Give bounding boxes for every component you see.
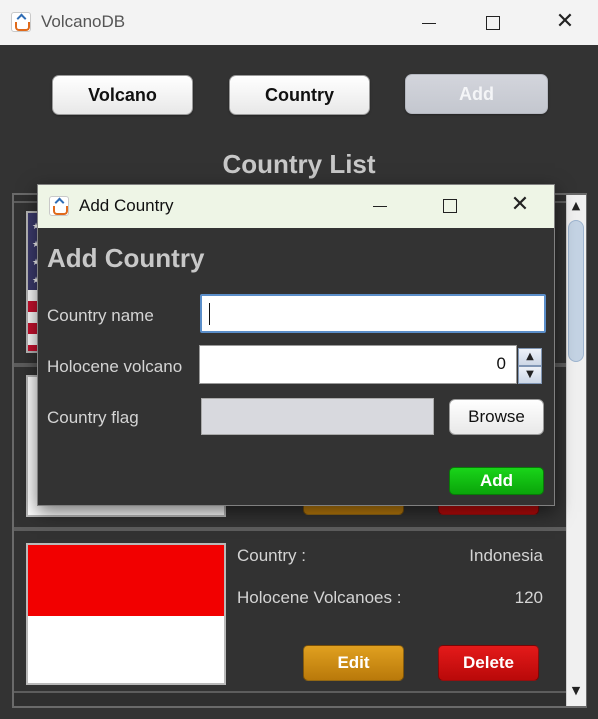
spinner-up-arrow-icon[interactable]: ▲	[518, 348, 542, 366]
country-flag-path-field	[201, 398, 434, 435]
country-nav-button[interactable]: Country	[229, 75, 370, 115]
text-caret	[209, 303, 210, 325]
dialog-close-button[interactable]: ✕	[500, 191, 540, 221]
window-title-bar: VolcanoDB ✕	[0, 0, 598, 45]
dialog-maximize-button[interactable]	[430, 191, 470, 221]
country-flag-label: Country flag	[47, 408, 139, 427]
java-coffee-icon	[11, 12, 31, 32]
maximize-icon	[443, 199, 457, 213]
country-label: Country :	[237, 546, 306, 565]
scroll-up-arrow-icon[interactable]: ▲	[568, 198, 584, 214]
dialog-title: Add Country	[79, 196, 174, 215]
close-icon: ✕	[510, 192, 530, 217]
scroll-down-arrow-icon[interactable]: ▼	[568, 683, 584, 699]
vertical-scrollbar[interactable]: ▲ ▼	[566, 195, 586, 706]
scroll-thumb[interactable]	[568, 220, 584, 362]
dialog-heading: Add Country	[47, 243, 205, 273]
holocene-volcano-spinner-input[interactable]: 0	[199, 345, 517, 384]
maximize-button[interactable]	[473, 8, 513, 38]
delete-button[interactable]: Delete	[438, 645, 539, 681]
dialog-title-bar: Add Country ✕	[38, 185, 554, 228]
close-icon: ✕	[555, 9, 575, 34]
flag-image-indonesia	[26, 543, 226, 685]
volcano-nav-button[interactable]: Volcano	[52, 75, 193, 115]
country-card: Country : Indonesia Holocene Volcanoes :…	[14, 529, 566, 693]
window-title: VolcanoDB	[41, 12, 126, 31]
dialog-minimize-button[interactable]	[361, 191, 401, 221]
page-title: Country List	[222, 149, 376, 179]
country-name-input[interactable]	[200, 294, 546, 333]
holocene-volcanoes-label: Holocene Volcanoes :	[237, 588, 402, 607]
indonesia-flag-icon	[28, 545, 224, 683]
add-nav-button: Add	[405, 74, 548, 114]
dialog-add-button[interactable]: Add	[449, 467, 544, 495]
minimize-icon	[422, 23, 436, 24]
minimize-icon	[373, 206, 387, 207]
country-value: Indonesia	[469, 546, 543, 565]
spinner-down-arrow-icon[interactable]: ▼	[518, 366, 542, 384]
close-button[interactable]: ✕	[545, 8, 585, 38]
holocene-volcano-label: Holocene volcano	[47, 357, 183, 376]
holocene-volcanoes-value: 120	[514, 588, 543, 607]
java-coffee-icon	[49, 196, 69, 216]
browse-button[interactable]: Browse	[449, 399, 544, 435]
add-country-dialog: Add Country ✕ Add Country Country name H…	[37, 184, 555, 506]
country-name-label: Country name	[47, 306, 154, 325]
edit-button[interactable]: Edit	[303, 645, 404, 681]
minimize-button[interactable]	[410, 8, 450, 38]
maximize-icon	[486, 16, 500, 30]
